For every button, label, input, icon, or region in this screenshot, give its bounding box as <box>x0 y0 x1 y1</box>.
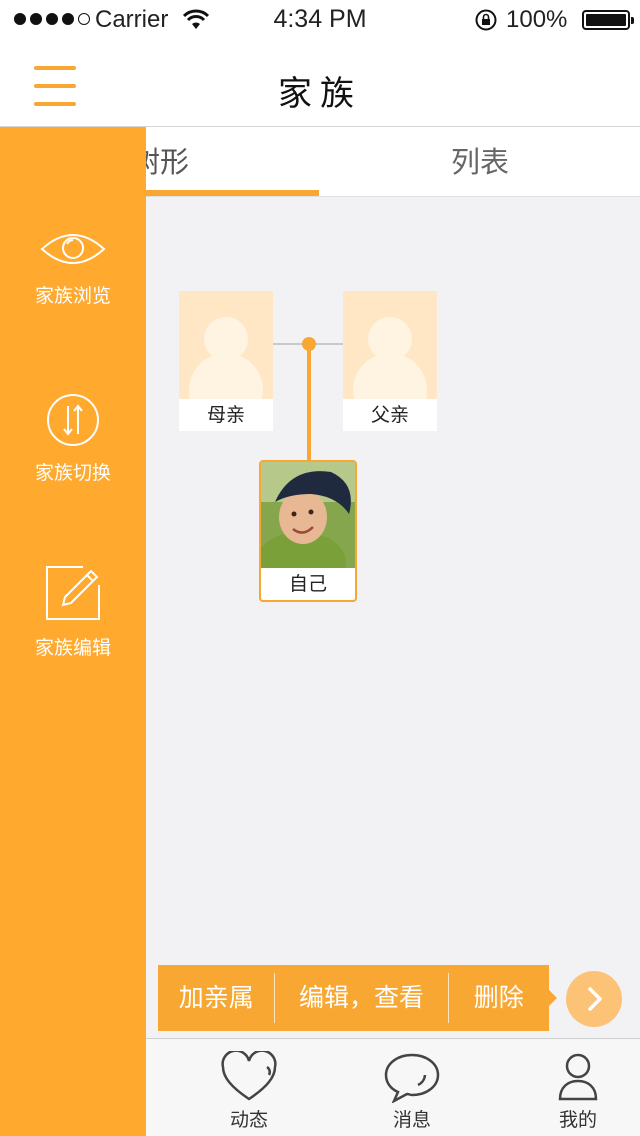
chevron-right-icon <box>588 987 602 1011</box>
drawer-item-family-switch[interactable]: 家族切换 <box>0 392 146 485</box>
tab-me[interactable]: 我的 <box>518 1039 638 1136</box>
child-connector-line <box>307 344 311 462</box>
edit-pencil-icon <box>46 566 100 620</box>
chat-bubble-icon <box>384 1053 440 1103</box>
tab-messages[interactable]: 消息 <box>352 1039 472 1136</box>
rotation-lock-icon <box>475 9 497 31</box>
avatar-placeholder-icon <box>179 291 273 399</box>
drawer-item-label: 家族切换 <box>34 462 111 484</box>
delete-button[interactable]: 删除 <box>449 965 549 1031</box>
person-action-bar: 加亲属 编辑，查看 删除 <box>158 965 557 1031</box>
avatar-photo <box>261 462 355 568</box>
eye-icon <box>40 234 106 264</box>
person-icon <box>558 1053 598 1101</box>
drawer-item-family-browse[interactable]: 家族浏览 <box>0 227 146 308</box>
tab-label: 消息 <box>392 1109 431 1131</box>
person-card-mother[interactable]: 母亲 <box>179 291 273 431</box>
person-card-self[interactable]: 自己 <box>259 460 357 602</box>
add-relative-button[interactable]: 加亲属 <box>158 965 274 1031</box>
switch-arrows-icon <box>47 394 99 446</box>
battery-percentage: 100% <box>506 6 568 33</box>
person-card-father[interactable]: 父亲 <box>343 291 437 431</box>
tab-label: 动态 <box>229 1109 268 1131</box>
person-name: 母亲 <box>206 404 245 426</box>
child-photo-image <box>261 462 355 568</box>
edit-view-button[interactable]: 编辑，查看 <box>275 965 447 1031</box>
battery-icon <box>582 10 634 30</box>
navigation-bar: 家族 <box>0 40 640 127</box>
avatar-placeholder-icon <box>343 291 437 399</box>
tab-list[interactable]: 列表 <box>320 127 640 197</box>
expand-actions-button[interactable] <box>566 971 622 1027</box>
status-bar: Carrier 4:34 PM 100% <box>0 0 640 40</box>
tab-label: 我的 <box>558 1109 597 1131</box>
page-title: 家族 <box>278 74 362 114</box>
side-drawer: 家族浏览 家族切换 家族编辑 <box>0 127 146 1136</box>
drawer-item-family-edit[interactable]: 家族编辑 <box>0 563 146 660</box>
drawer-item-label: 家族浏览 <box>34 285 111 307</box>
tab-feed[interactable]: 动态 <box>189 1039 309 1136</box>
drawer-item-label: 家族编辑 <box>34 637 111 659</box>
person-name: 自己 <box>288 573 327 595</box>
connector-node <box>302 337 316 351</box>
person-name: 父亲 <box>370 404 409 426</box>
heart-icon <box>221 1051 277 1101</box>
